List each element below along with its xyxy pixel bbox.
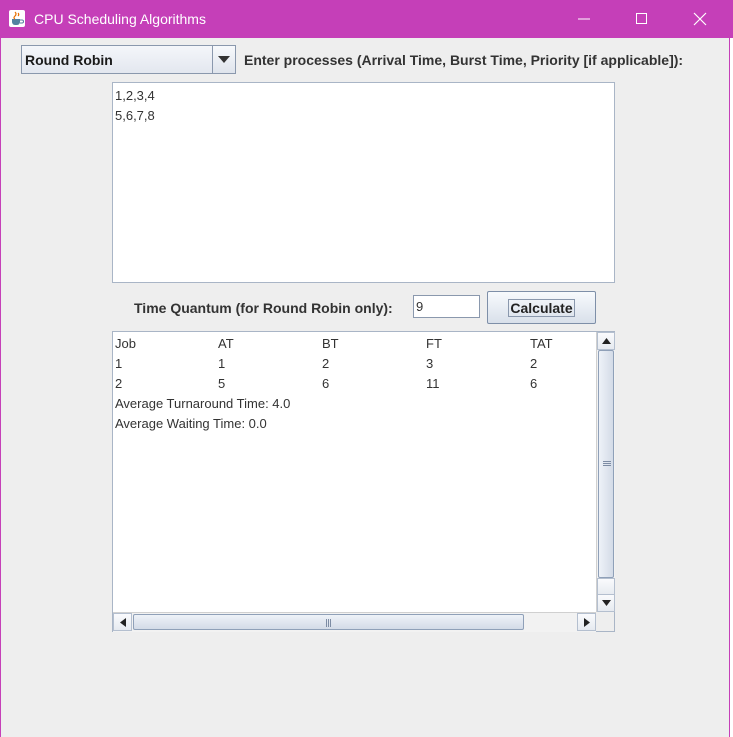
- dropdown-arrow-button[interactable]: [212, 46, 235, 73]
- minimize-button[interactable]: [561, 0, 607, 38]
- cell-job: 1: [115, 356, 123, 371]
- calculate-button-label: Calculate: [510, 300, 573, 316]
- header-tat: TAT: [530, 336, 553, 351]
- maximize-button[interactable]: [619, 0, 665, 38]
- horizontal-scrollbar[interactable]: [113, 612, 596, 632]
- grip-line: [603, 465, 611, 466]
- process-line: 1,2,3,4: [115, 88, 155, 103]
- cell-tat: 2: [530, 356, 538, 371]
- average-turnaround-text: Average Turnaround Time: 4.0: [115, 396, 291, 411]
- algorithm-selected-value: Round Robin: [25, 52, 113, 68]
- results-header-row: Job AT BT FT TAT: [114, 334, 596, 354]
- cell-bt: 2: [322, 356, 330, 371]
- vertical-scroll-thumb[interactable]: [598, 350, 614, 578]
- cell-ft: 11: [426, 376, 440, 391]
- cell-bt: 6: [322, 376, 330, 391]
- process-input-label: Enter processes (Arrival Time, Burst Tim…: [244, 52, 684, 68]
- window-title: CPU Scheduling Algorithms: [34, 11, 206, 27]
- app-window: CPU Scheduling Algorithms Round Robin En…: [0, 0, 733, 737]
- results-text: Job AT BT FT TAT 1 1 2 3 2 2 5 6 11 6 Av…: [114, 334, 596, 434]
- grip-line: [328, 619, 329, 627]
- cell-at: 1: [218, 356, 226, 371]
- time-quantum-label: Time Quantum (for Round Robin only):: [134, 300, 393, 316]
- cell-ft: 3: [426, 356, 434, 371]
- algorithm-dropdown[interactable]: Round Robin: [21, 45, 236, 74]
- average-waiting-text: Average Waiting Time: 0.0: [115, 416, 267, 431]
- java-cup-icon: [9, 10, 25, 27]
- scroll-up-button[interactable]: [597, 332, 615, 350]
- grip-line: [603, 463, 611, 464]
- cell-job: 2: [115, 376, 123, 391]
- grip-line: [326, 619, 327, 627]
- title-bar[interactable]: CPU Scheduling Algorithms: [1, 0, 733, 38]
- scrollbar-corner: [596, 612, 614, 631]
- grip-line: [330, 619, 331, 627]
- cell-at: 5: [218, 376, 226, 391]
- close-button[interactable]: [677, 0, 723, 38]
- scroll-right-button[interactable]: [577, 613, 596, 631]
- cell-tat: 6: [530, 376, 538, 391]
- results-row: 2 5 6 11 6: [114, 374, 596, 394]
- vertical-scrollbar[interactable]: [596, 332, 615, 612]
- results-row: 1 1 2 3 2: [114, 354, 596, 374]
- scroll-down-button[interactable]: [597, 594, 615, 612]
- header-bt: BT: [322, 336, 339, 351]
- time-quantum-input[interactable]: 9: [413, 295, 480, 318]
- header-job: Job: [115, 336, 136, 351]
- scroll-left-button[interactable]: [113, 613, 132, 631]
- header-at: AT: [218, 336, 234, 351]
- calculate-button[interactable]: Calculate: [487, 291, 596, 324]
- grip-line: [603, 461, 611, 462]
- results-scroll-pane[interactable]: Job AT BT FT TAT 1 1 2 3 2 2 5 6 11 6 Av…: [112, 331, 615, 632]
- horizontal-scroll-thumb[interactable]: [133, 614, 524, 630]
- process-line: 5,6,7,8: [115, 108, 155, 123]
- header-ft: FT: [426, 336, 442, 351]
- focus-ring: Calculate: [508, 299, 575, 317]
- processes-textarea[interactable]: 1,2,3,4 5,6,7,8: [112, 82, 615, 283]
